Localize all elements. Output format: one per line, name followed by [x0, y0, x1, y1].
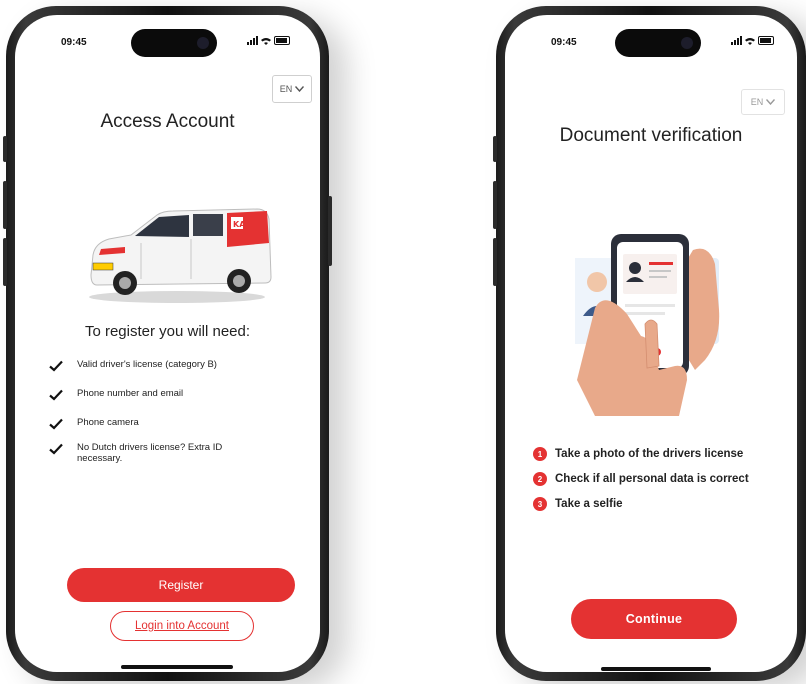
screen-access-account: 09:45 EN Access Account KA To register y…: [15, 15, 320, 672]
step-text: Check if all personal data is correct: [555, 473, 749, 485]
list-item: 3 Take a selfie: [533, 497, 749, 511]
document-scan-illustration: [575, 234, 720, 416]
wifi-icon: [745, 38, 755, 45]
language-selector[interactable]: EN: [741, 89, 785, 115]
power-button: [328, 196, 332, 266]
status-icons: [247, 36, 290, 45]
status-time: 09:45: [61, 37, 87, 48]
step-number-badge: 1: [533, 447, 547, 461]
checkmark-icon: [49, 443, 63, 455]
list-item: 1 Take a photo of the drivers license: [533, 447, 749, 461]
step-number-badge: 3: [533, 497, 547, 511]
requirement-text: Phone camera: [77, 417, 139, 428]
list-item: Phone camera: [49, 417, 259, 430]
volume-down-button: [3, 238, 7, 286]
list-item: 2 Check if all personal data is correct: [533, 472, 749, 486]
login-button[interactable]: Login into Account: [110, 611, 254, 641]
verification-steps: 1 Take a photo of the drivers license 2 …: [533, 447, 749, 522]
step-text: Take a selfie: [555, 498, 623, 510]
mute-switch: [493, 136, 497, 162]
checkmark-icon: [49, 360, 63, 372]
language-label: EN: [750, 97, 764, 107]
svg-text:KA: KA: [233, 220, 246, 229]
battery-icon: [758, 36, 774, 45]
step-number-badge: 2: [533, 472, 547, 486]
volume-up-button: [493, 181, 497, 229]
home-indicator: [121, 665, 233, 669]
screen-document-verification: 09:45 EN Document verification 1 Take a …: [505, 15, 797, 672]
language-selector[interactable]: EN: [272, 75, 312, 103]
list-item: Valid driver's license (category B): [49, 359, 259, 372]
wifi-icon: [261, 38, 271, 45]
dynamic-island: [131, 29, 217, 57]
page-title: Access Account: [100, 111, 235, 132]
phone-frame-left: 09:45 EN Access Account KA To register y…: [3, 6, 332, 681]
requirement-text: No Dutch drivers license? Extra ID neces…: [77, 442, 223, 464]
requirement-text: Valid driver's license (category B): [77, 359, 217, 370]
mute-switch: [3, 136, 7, 162]
delivery-van-image: KA: [89, 208, 272, 303]
checkmark-icon: [49, 389, 63, 401]
language-label: EN: [279, 84, 293, 94]
chevron-down-icon: [766, 99, 776, 105]
continue-button[interactable]: Continue: [571, 599, 737, 639]
requirements-list: Valid driver's license (category B) Phon…: [49, 359, 259, 474]
requirement-text: Phone number and email: [77, 388, 184, 399]
step-text: Take a photo of the drivers license: [555, 448, 744, 460]
status-time: 09:45: [551, 37, 577, 48]
volume-up-button: [3, 181, 7, 229]
home-indicator: [601, 667, 711, 671]
chevron-down-icon: [295, 86, 305, 92]
checkmark-icon: [49, 418, 63, 430]
requirements-heading: To register you will need:: [84, 323, 251, 340]
status-icons: [731, 36, 774, 45]
list-item: Phone number and email: [49, 388, 259, 401]
volume-down-button: [493, 238, 497, 286]
register-button[interactable]: Register: [67, 568, 295, 602]
signal-icon: [247, 36, 258, 45]
dynamic-island: [615, 29, 701, 57]
page-title: Document verification: [559, 125, 743, 146]
list-item: No Dutch drivers license? Extra ID neces…: [49, 442, 259, 464]
battery-icon: [274, 36, 290, 45]
phone-frame-right: 09:45 EN Document verification 1 Take a …: [493, 6, 806, 681]
signal-icon: [731, 36, 742, 45]
